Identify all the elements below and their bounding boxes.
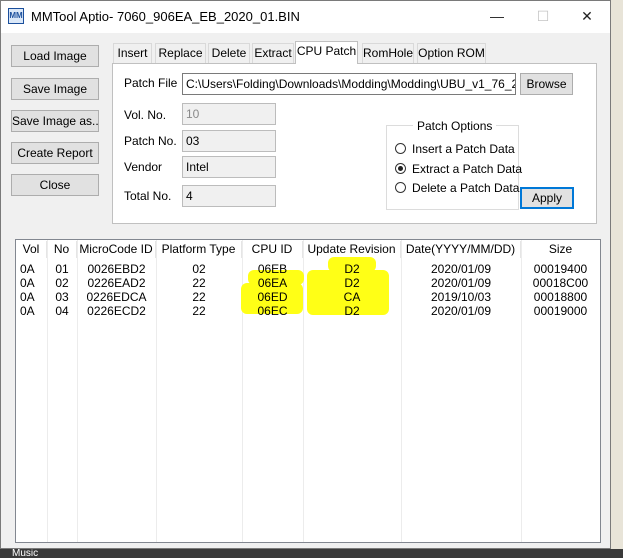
cell-vol: 0A (20, 304, 35, 318)
column-header-date[interactable]: Date(YYYY/MM/DD) (401, 241, 521, 258)
mmtool-app-icon: MM (8, 8, 24, 24)
cell-date: 2019/10/03 (430, 290, 492, 304)
extract-radio-label[interactable]: Extract a Patch Data (412, 162, 522, 176)
maximize-icon: ☐ (536, 8, 550, 24)
microcode-list[interactable]: Vol No MicroCode ID Platform Type CPU ID… (15, 239, 601, 543)
total-no-label: Total No. (124, 189, 172, 203)
patch-no-field: 03 (182, 130, 276, 152)
cell-size: 00019400 (533, 262, 588, 276)
cell-date: 2020/01/09 (430, 304, 492, 318)
cell-size: 00018C00 (532, 276, 589, 290)
column-header-platform-type[interactable]: Platform Type (156, 241, 242, 258)
tab-option-rom[interactable]: Option ROM (417, 43, 486, 63)
cell-no: 03 (55, 290, 69, 304)
title-bar[interactable]: MM MMTool Aptio- 7060_906EA_EB_2020_01.B… (1, 1, 610, 33)
patch-options-title: Patch Options (413, 119, 497, 133)
mmtool-window: MM MMTool Aptio- 7060_906EA_EB_2020_01.B… (0, 0, 611, 549)
cell-no: 01 (55, 262, 69, 276)
cell-platform-type: 22 (192, 290, 206, 304)
tab-insert[interactable]: Insert (113, 43, 152, 63)
cell-vol: 0A (20, 276, 35, 290)
column-header-no[interactable]: No (47, 241, 77, 258)
insert-radio-label[interactable]: Insert a Patch Data (412, 142, 515, 156)
patch-file-field[interactable]: C:\Users\Folding\Downloads\Modding\Moddi… (182, 73, 516, 95)
cell-microcode-id: 0026EBD2 (87, 262, 146, 276)
cell-size: 00018800 (533, 290, 588, 304)
vol-no-field: 10 (182, 103, 276, 125)
cell-platform-type: 02 (192, 262, 206, 276)
extract-radio[interactable] (395, 163, 406, 174)
cell-platform-type: 22 (192, 304, 206, 318)
tab-extract[interactable]: Extract (252, 43, 294, 63)
cell-update-revision: D2 (344, 304, 360, 318)
tab-romhole[interactable]: RomHole (362, 43, 414, 63)
column-header-update-revision[interactable]: Update Revision (303, 241, 401, 258)
column-header-cpu-id[interactable]: CPU ID (242, 241, 303, 258)
cell-date: 2020/01/09 (430, 262, 492, 276)
cell-no: 04 (55, 304, 69, 318)
cell-platform-type: 22 (192, 276, 206, 290)
total-no-field: 4 (182, 185, 276, 207)
cell-date: 2020/01/09 (430, 276, 492, 290)
delete-radio-label[interactable]: Delete a Patch Data (412, 181, 519, 195)
close-icon[interactable]: ✕ (564, 1, 610, 32)
window-title: MMTool Aptio- 7060_906EA_EB_2020_01.BIN (31, 9, 300, 24)
tab-delete[interactable]: Delete (208, 43, 250, 63)
create-report-button[interactable]: Create Report (11, 142, 99, 164)
save-image-button[interactable]: Save Image (11, 78, 99, 100)
minimize-icon[interactable]: — (474, 1, 520, 32)
cell-microcode-id: 0226ECD2 (87, 304, 146, 318)
vendor-field: Intel (182, 156, 276, 178)
cell-vol: 0A (20, 290, 35, 304)
cell-cpu-id: 06EB (257, 262, 288, 276)
vendor-label: Vendor (124, 160, 163, 174)
tab-replace[interactable]: Replace (155, 43, 206, 63)
cell-update-revision: D2 (344, 262, 360, 276)
column-header-size[interactable]: Size (521, 241, 600, 258)
tab-cpu-patch[interactable]: CPU Patch (295, 41, 358, 64)
cell-update-revision: CA (343, 290, 361, 304)
apply-button[interactable]: Apply (520, 187, 574, 209)
browse-button[interactable]: Browse (520, 73, 573, 95)
cell-no: 02 (55, 276, 69, 290)
cell-vol: 0A (20, 262, 35, 276)
load-image-button[interactable]: Load Image (11, 45, 99, 67)
taskbar-fragment: Music (0, 549, 623, 558)
cell-cpu-id: 06ED (257, 290, 288, 304)
cell-cpu-id: 06EC (257, 304, 288, 318)
close-button[interactable]: Close (11, 174, 99, 196)
patch-no-label: Patch No. (124, 134, 177, 148)
delete-radio[interactable] (395, 182, 406, 193)
save-image-as-button[interactable]: Save Image as.. (11, 110, 99, 132)
cell-microcode-id: 0226EDCA (86, 290, 147, 304)
cell-update-revision: D2 (344, 276, 360, 290)
patch-file-label: Patch File (124, 76, 178, 90)
column-header-vol[interactable]: Vol (16, 241, 47, 258)
vol-no-label: Vol. No. (124, 108, 167, 122)
cell-cpu-id: 06EA (257, 276, 288, 290)
cell-size: 00019000 (533, 304, 588, 318)
cell-microcode-id: 0226EAD2 (87, 276, 146, 290)
column-header-microcode-id[interactable]: MicroCode ID (77, 241, 156, 258)
insert-radio[interactable] (395, 143, 406, 154)
